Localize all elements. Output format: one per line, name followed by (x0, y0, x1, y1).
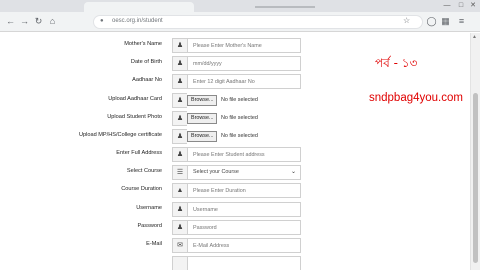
field-label: Password (137, 223, 162, 229)
user-icon: ♟ (172, 111, 187, 126)
course-select-value: Select your Course (193, 169, 239, 175)
chevron-down-icon: ⌄ (290, 169, 296, 175)
course-select[interactable]: Select your Course ⌄ (187, 165, 301, 180)
address-bar[interactable]: ● oesc.org.in/student (93, 15, 423, 29)
user-icon: ♟ (172, 56, 187, 71)
form-row-email: E-Mail ✉ (0, 238, 470, 254)
user-icon: ♟ (172, 147, 187, 162)
username-input[interactable] (187, 202, 301, 217)
user-icon: ♟ (172, 202, 187, 217)
photo-file-input[interactable]: Browse... No file selected (187, 111, 258, 126)
user-icon: ♟ (172, 220, 187, 235)
file-status: No file selected (220, 133, 258, 139)
user-icon: ♟ (172, 93, 187, 108)
form-row-select-course: Select Course ☰ Select your Course ⌄ (0, 165, 470, 181)
field-label: Upload Aadhaar Card (108, 96, 162, 102)
extensions-icon[interactable]: ▦ (440, 16, 451, 27)
scrollbar-thumb[interactable] (473, 93, 478, 263)
star-icon[interactable]: ☆ (403, 16, 410, 25)
tab-active[interactable] (84, 2, 194, 12)
lock-icon: ● (100, 18, 104, 24)
form-row-full-address: Enter Full Address ♟ (0, 147, 470, 163)
full-address-input[interactable] (187, 147, 301, 162)
user-icon (172, 256, 187, 270)
menu-icon[interactable]: ≡ (456, 16, 467, 27)
form-row-partial (0, 256, 470, 270)
tab-strip: — □ ✕ (0, 0, 480, 12)
browse-button[interactable]: Browse... (187, 95, 218, 106)
episode-label: পর্ব - ১৩ (375, 56, 418, 70)
form-row-aadhaar-no: Aadhaar No ♟ (0, 74, 470, 90)
home-icon[interactable]: ⌂ (47, 16, 58, 27)
maximize-icon[interactable]: □ (456, 1, 466, 10)
mothers-name-input[interactable] (187, 38, 301, 53)
browse-button[interactable]: Browse... (187, 131, 218, 142)
user-icon: ♟ (172, 38, 187, 53)
field-label: E-Mail (146, 241, 162, 247)
field-label: Enter Full Address (116, 150, 162, 156)
form-row-username: Username ♟ (0, 202, 470, 218)
minimize-icon[interactable]: — (442, 1, 452, 10)
email-input[interactable] (187, 238, 301, 253)
field-label: Course Duration (121, 186, 162, 192)
tab-background[interactable] (255, 3, 345, 10)
back-arrow-icon[interactable]: ← (5, 16, 16, 27)
browse-button[interactable]: Browse... (187, 113, 218, 124)
shield-icon[interactable]: ◯ (426, 16, 437, 27)
scroll-up-icon[interactable]: ▲ (472, 34, 477, 40)
close-icon[interactable]: ✕ (468, 1, 478, 10)
certificate-file-input[interactable]: Browse... No file selected (187, 129, 258, 144)
aadhaar-number-input[interactable] (187, 74, 301, 89)
user-icon: ♟ (172, 129, 187, 144)
field-label: Date of Birth (130, 59, 162, 65)
brand-watermark: sndpbag4you.com (369, 92, 463, 104)
aadhaar-file-input[interactable]: Browse... No file selected (187, 93, 258, 108)
envelope-icon: ✉ (172, 238, 187, 253)
form-row-mothers-name: Mother's Name ♟ (0, 38, 470, 54)
date-of-birth-input[interactable] (187, 56, 301, 71)
field-label: Select Course (126, 168, 162, 174)
partial-input[interactable] (187, 256, 301, 270)
browser-toolbar: ← → ↻ ⌂ ● oesc.org.in/student ☆ ◯ ▦ ≡ (0, 12, 480, 32)
field-label: Upload Student Photo (107, 114, 162, 120)
file-status: No file selected (220, 115, 258, 121)
address-url: oesc.org.in/student (112, 18, 163, 24)
field-label: Username (136, 205, 162, 211)
field-label: Mother's Name (124, 41, 162, 47)
book-icon: ☰ (172, 165, 187, 180)
graduation-cap-icon: ▲ (172, 183, 187, 198)
forward-arrow-icon[interactable]: → (19, 16, 30, 27)
reload-icon[interactable]: ↻ (33, 16, 44, 27)
form-row-password: Password ♟ (0, 220, 470, 236)
field-label: Upload MP/HS/College certificate (78, 132, 162, 138)
form-row-course-duration: Course Duration ▲ (0, 183, 470, 199)
form-row-upload-certificate: Upload MP/HS/College certificate ♟ Brows… (0, 129, 470, 145)
file-status: No file selected (220, 97, 258, 103)
field-label: Aadhaar No (132, 77, 162, 83)
user-icon: ♟ (172, 74, 187, 89)
course-duration-input[interactable] (187, 183, 301, 198)
page-scrollbar[interactable]: ▲ (470, 33, 480, 270)
password-input[interactable] (187, 220, 301, 235)
form-row-upload-photo: Upload Student Photo ♟ Browse... No file… (0, 111, 470, 127)
